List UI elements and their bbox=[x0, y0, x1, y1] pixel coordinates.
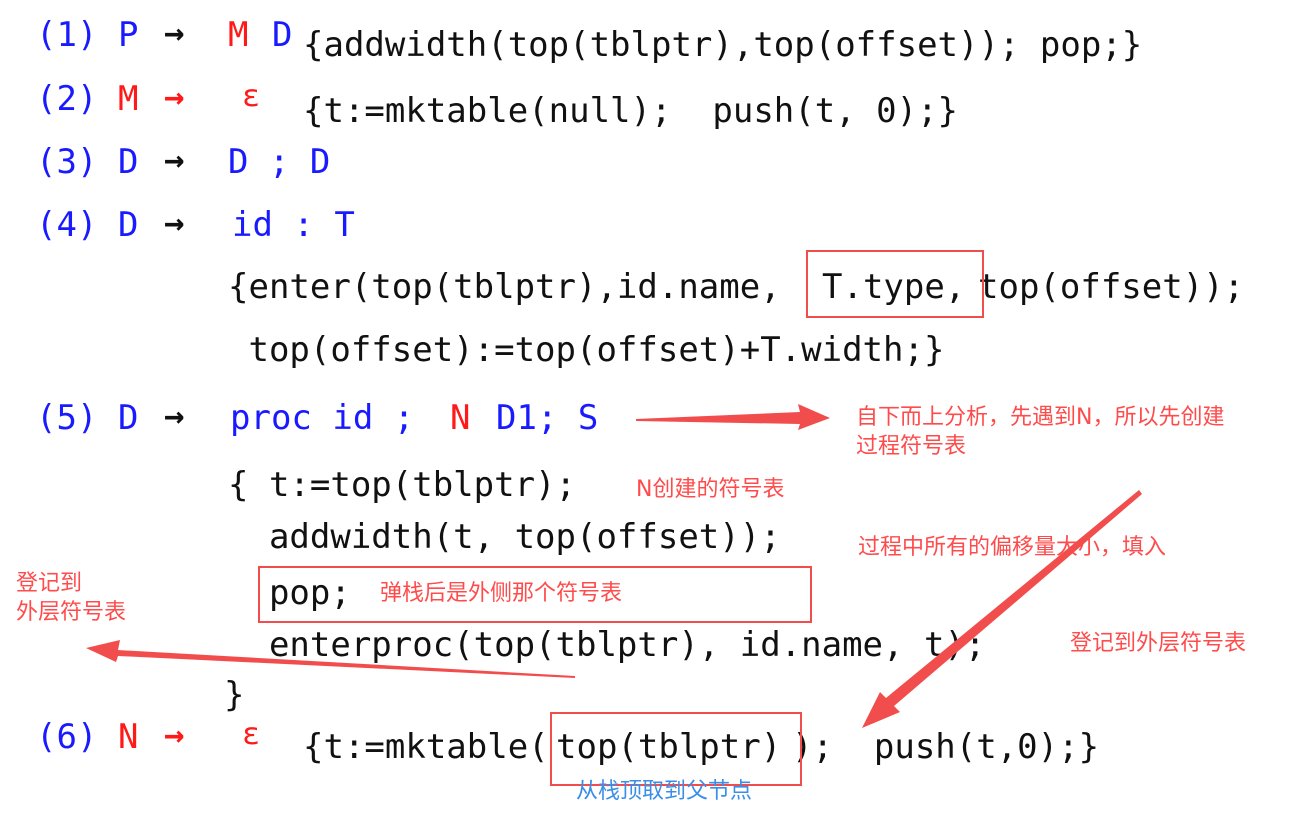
arrow-right-icon bbox=[636, 404, 830, 430]
annotation-arrows bbox=[86, 404, 1142, 728]
arrow-down-left-icon bbox=[862, 490, 1142, 728]
arrow-left-icon bbox=[86, 640, 575, 678]
